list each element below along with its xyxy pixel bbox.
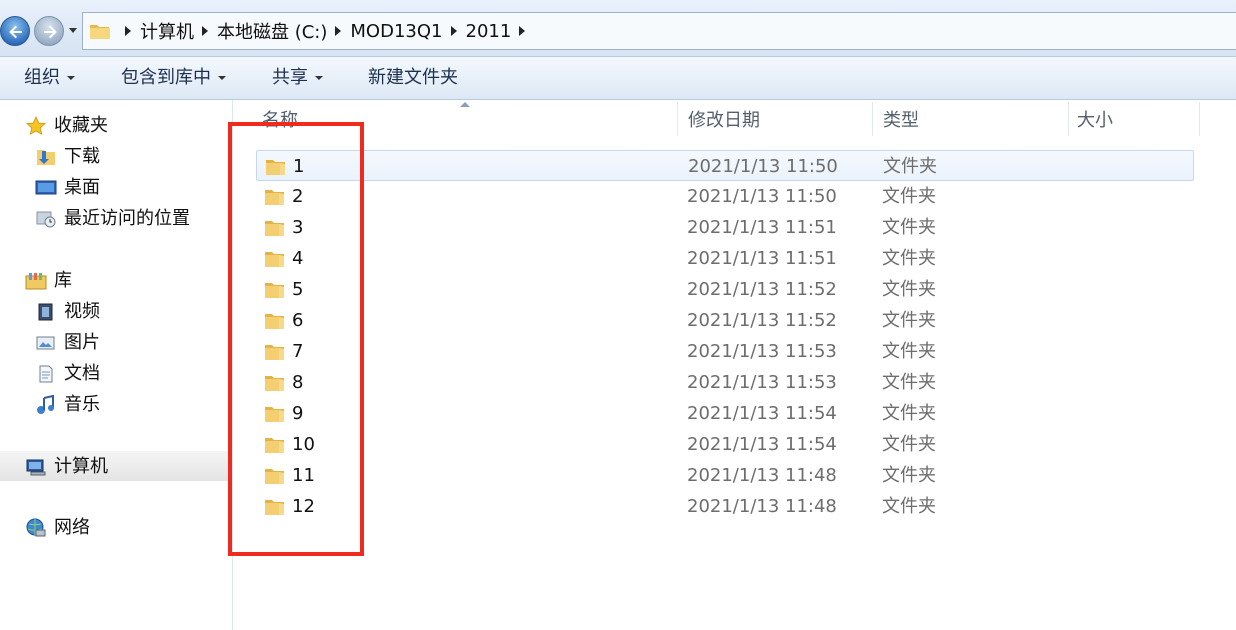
download-folder-icon [37,150,55,165]
column-size[interactable]: 大小 [1077,100,1113,138]
file-row[interactable]: 7 2021/1/13 11:53 文件夹 [256,336,1194,367]
column-divider[interactable] [872,102,873,136]
file-row[interactable]: 11 2021/1/13 11:48 文件夹 [256,460,1194,491]
file-modified-date: 2021/1/13 11:53 [687,341,837,362]
breadcrumb-local-disk[interactable]: 本地磁盘 (C:) [217,18,327,44]
file-row[interactable]: 2 2021/1/13 11:50 文件夹 [256,181,1194,212]
file-list: 名称 修改日期 类型 大小 1 2021/1/13 11:50 文件夹 2 2021/1… [234,100,1236,630]
file-type: 文件夹 [882,217,936,238]
breadcrumb-separator-icon[interactable] [450,26,457,36]
file-type: 文件夹 [882,341,936,362]
sort-ascending-icon [460,102,470,107]
network-icon [26,518,46,537]
breadcrumb-mod13q1[interactable]: MOD13Q1 [350,21,442,42]
breadcrumb-computer[interactable]: 计算机 [140,18,194,44]
column-divider[interactable] [1068,102,1069,136]
command-bar: 组织 包含到库中 共享 新建文件夹 [0,56,1236,100]
file-modified-date: 2021/1/13 11:50 [688,156,838,177]
file-type: 文件夹 [882,310,936,331]
breadcrumb-separator-icon[interactable] [202,26,208,36]
share-button[interactable]: 共享 [272,57,323,99]
column-divider[interactable] [677,102,678,136]
chevron-down-icon [315,76,323,80]
file-type: 文件夹 [882,248,936,269]
file-modified-date: 2021/1/13 11:50 [687,186,837,207]
breadcrumb-separator-icon[interactable] [335,26,342,36]
chevron-down-icon [218,76,226,80]
file-modified-date: 2021/1/13 11:54 [687,434,837,455]
file-row[interactable]: 10 2021/1/13 11:54 文件夹 [256,429,1194,460]
music-icon [37,395,54,414]
file-type: 文件夹 [882,403,936,424]
address-bar: 计算机 本地磁盘 (C:) MOD13Q1 2011 [0,0,1236,56]
file-modified-date: 2021/1/13 11:54 [687,403,837,424]
navigation-pane: 收藏夹 下载 桌面 最近访问的位置 库 视频 图片 文档 音乐 计算机 网络 [0,100,233,630]
file-type: 文件夹 [882,372,936,393]
forward-button[interactable] [34,16,64,46]
back-button[interactable] [0,16,30,46]
column-divider[interactable] [1199,102,1200,136]
file-modified-date: 2021/1/13 11:51 [687,248,837,269]
red-highlight-annotation [228,122,364,556]
include-in-library-button[interactable]: 包含到库中 [121,57,226,99]
file-row[interactable]: 9 2021/1/13 11:54 文件夹 [256,398,1194,429]
library-icon [25,273,47,290]
file-type: 文件夹 [883,156,937,177]
file-modified-date: 2021/1/13 11:53 [687,372,837,393]
file-row[interactable]: 8 2021/1/13 11:53 文件夹 [256,367,1194,398]
share-label: 共享 [272,67,308,88]
documents-icon [39,365,53,383]
video-icon [38,303,53,321]
column-type[interactable]: 类型 [883,100,919,138]
organize-label: 组织 [24,67,60,88]
file-type: 文件夹 [882,465,936,486]
recent-pages-dropdown[interactable] [69,28,77,33]
new-folder-button[interactable]: 新建文件夹 [368,57,458,99]
organize-button[interactable]: 组织 [24,57,75,99]
file-type: 文件夹 [882,279,936,300]
breadcrumb: 计算机 本地磁盘 (C:) MOD13Q1 2011 [117,13,534,49]
file-modified-date: 2021/1/13 11:52 [687,310,837,331]
file-type: 文件夹 [882,186,936,207]
file-type: 文件夹 [882,496,936,517]
folder-icon [90,25,110,39]
file-row[interactable]: 6 2021/1/13 11:52 文件夹 [256,305,1194,336]
recent-places-icon [36,211,56,228]
arrow-right-icon [44,25,57,39]
file-modified-date: 2021/1/13 11:48 [687,465,837,486]
chevron-down-icon [67,76,75,80]
breadcrumb-2011[interactable]: 2011 [466,21,512,42]
arrow-left-icon [9,25,22,39]
computer-icon [26,459,46,476]
file-row[interactable]: 3 2021/1/13 11:51 文件夹 [256,212,1194,243]
explorer-window: 计算机 本地磁盘 (C:) MOD13Q1 2011 组织 包含到库中 共享 新… [0,0,1236,630]
include-in-library-label: 包含到库中 [121,67,211,88]
file-row[interactable]: 4 2021/1/13 11:51 文件夹 [256,243,1194,274]
file-modified-date: 2021/1/13 11:51 [687,217,837,238]
file-row[interactable]: 1 2021/1/13 11:50 文件夹 [256,150,1194,181]
file-modified-date: 2021/1/13 11:48 [687,496,837,517]
file-row[interactable]: 12 2021/1/13 11:48 文件夹 [256,491,1194,522]
pictures-icon [36,336,55,350]
address-box[interactable]: 计算机 本地磁盘 (C:) MOD13Q1 2011 [82,12,1236,50]
breadcrumb-separator-icon[interactable] [125,26,131,36]
file-row[interactable]: 5 2021/1/13 11:52 文件夹 [256,274,1194,305]
star-icon [26,116,46,135]
file-type: 文件夹 [882,434,936,455]
column-header: 名称 修改日期 类型 大小 [234,100,1236,138]
breadcrumb-separator-icon[interactable] [519,26,526,36]
column-modified[interactable]: 修改日期 [688,100,760,138]
desktop-icon [35,180,57,195]
file-modified-date: 2021/1/13 11:52 [687,279,837,300]
